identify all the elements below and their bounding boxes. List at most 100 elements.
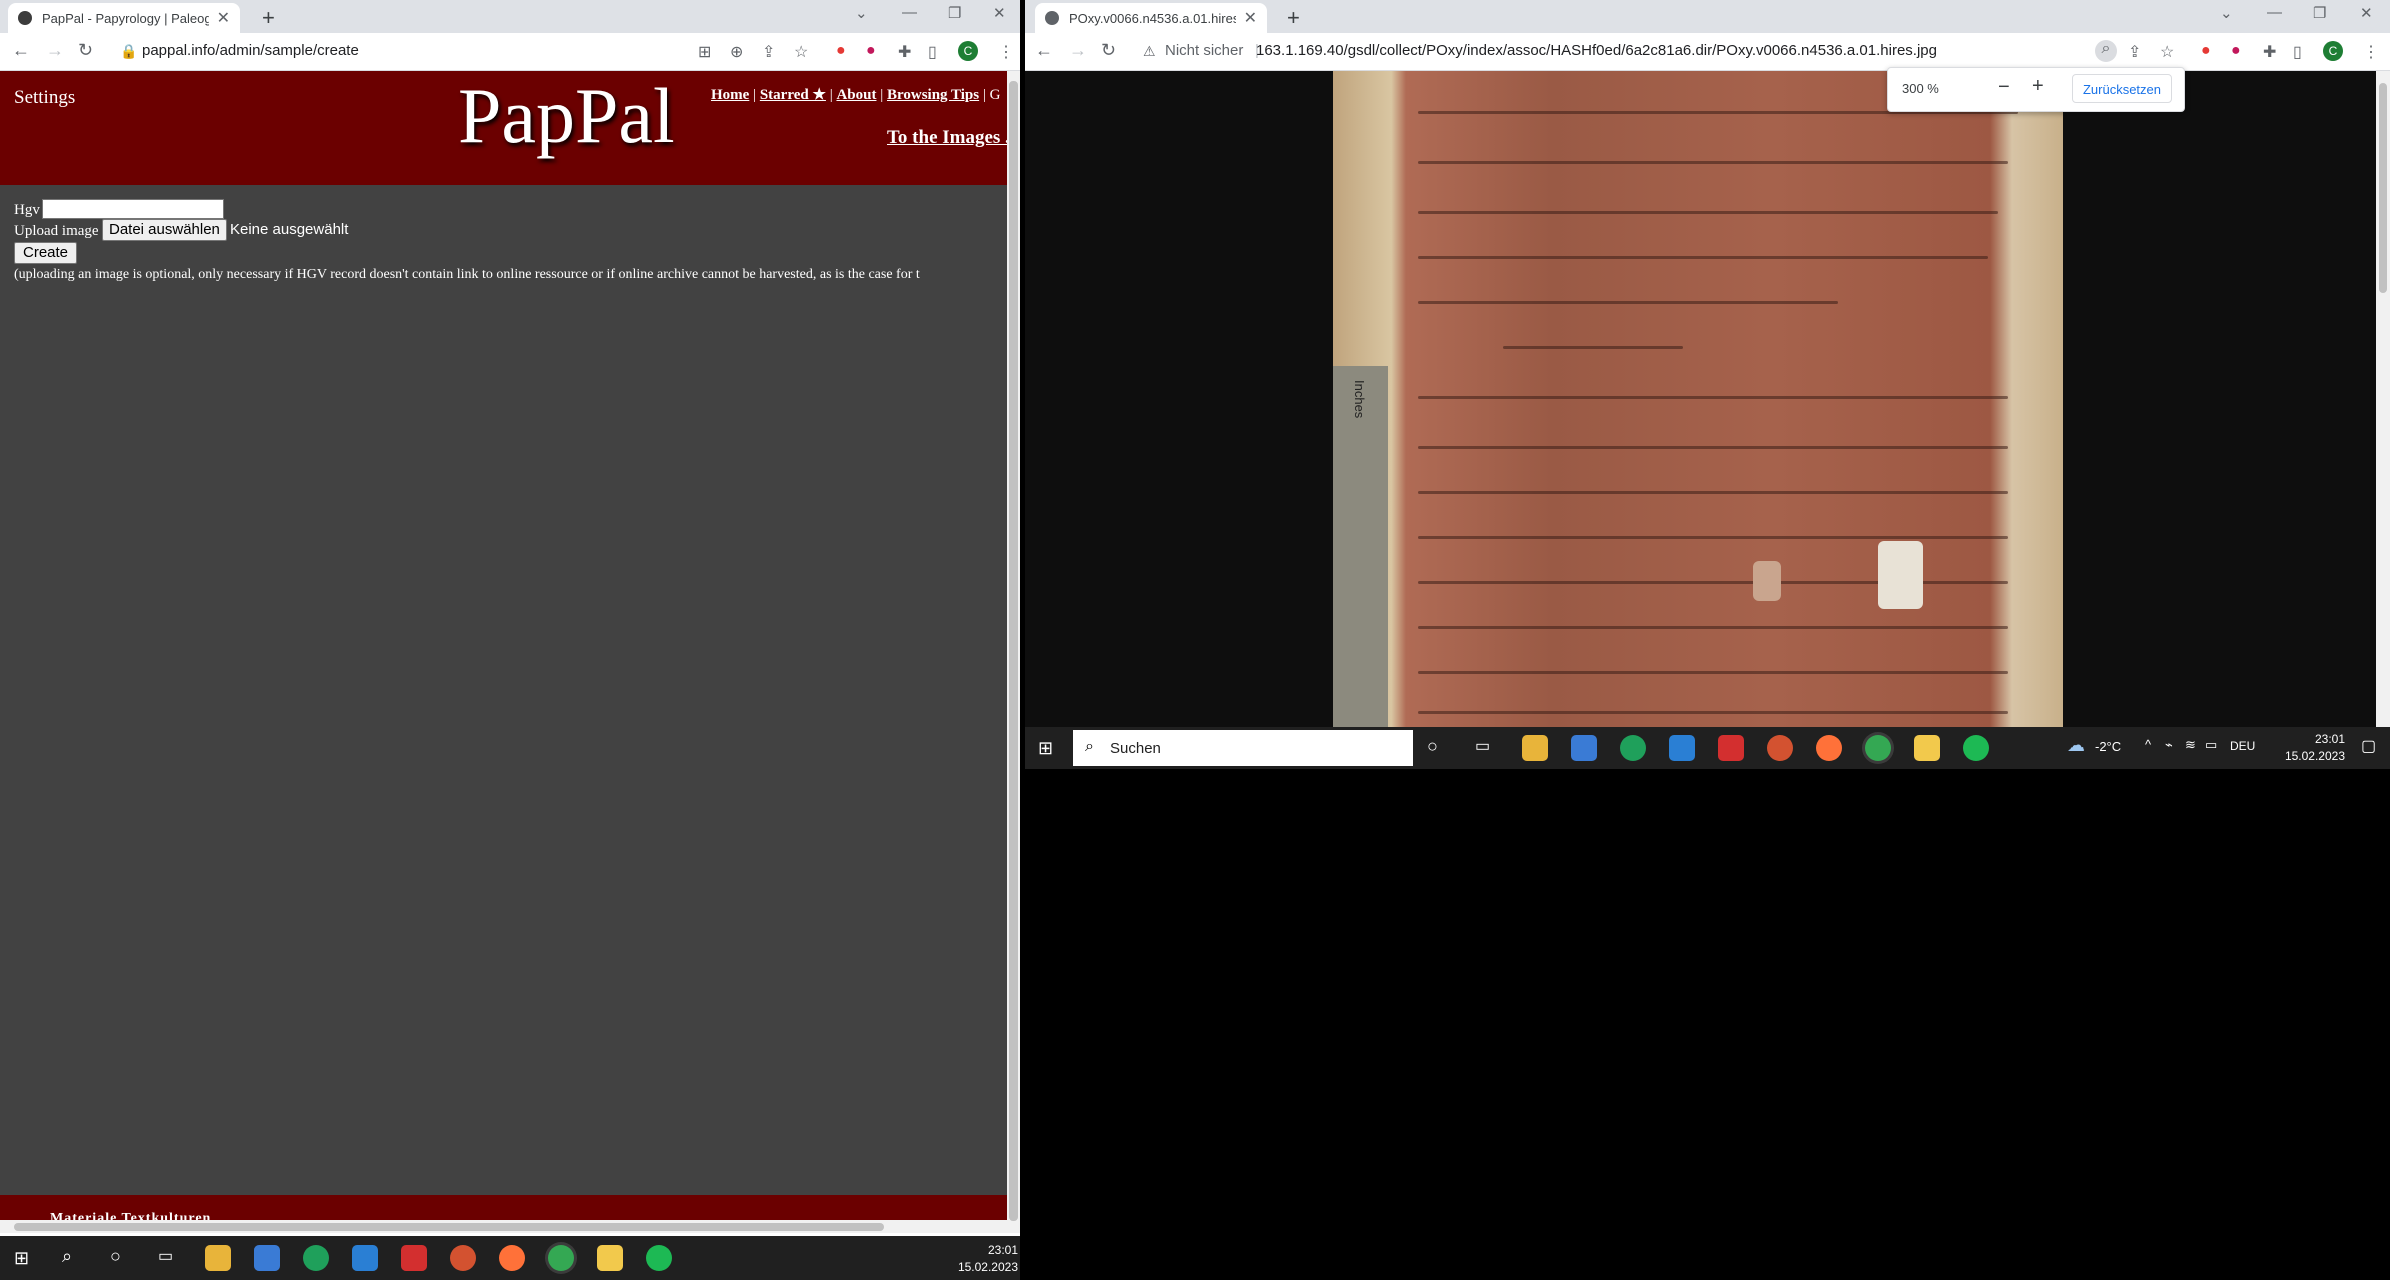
powerpoint-icon[interactable]: [1767, 735, 1793, 761]
left-vertical-scrollbar[interactable]: [1007, 71, 1020, 1233]
network-icon[interactable]: ⌁: [2165, 737, 2173, 753]
warning-icon[interactable]: ⚠: [1143, 43, 1156, 60]
left-horizontal-scrollbar[interactable]: [0, 1220, 1007, 1233]
windows-start-icon[interactable]: ⊞: [14, 1248, 29, 1269]
create-button[interactable]: Create: [14, 242, 78, 264]
new-tab-button[interactable]: +: [1287, 5, 1300, 31]
close-tab-icon[interactable]: ✕: [217, 8, 230, 28]
search-icon[interactable]: ⌕: [62, 1246, 72, 1267]
wifi-icon[interactable]: ≋: [2185, 737, 2196, 753]
minimize-button[interactable]: —: [2267, 4, 2282, 21]
extension-pink-icon[interactable]: ●: [866, 42, 876, 60]
cortana-icon[interactable]: ○: [110, 1246, 121, 1267]
back-arrow-icon[interactable]: ←: [1035, 40, 1053, 61]
file-explorer-icon[interactable]: [205, 1245, 231, 1271]
spotify-icon[interactable]: [646, 1245, 672, 1271]
language-indicator[interactable]: DEU: [2230, 739, 2255, 753]
right-vertical-scroll-thumb[interactable]: [2379, 83, 2387, 293]
nav-starred-link[interactable]: Starred ★: [760, 87, 826, 103]
store-icon[interactable]: [254, 1245, 280, 1271]
tray-chevron-icon[interactable]: ^: [2145, 737, 2151, 752]
forward-arrow-icon[interactable]: →: [1069, 40, 1087, 61]
back-arrow-icon[interactable]: ←: [12, 40, 30, 61]
left-vertical-scroll-thumb[interactable]: [1009, 81, 1018, 1221]
extensions-puzzle-icon[interactable]: ✚: [898, 42, 911, 62]
choose-file-button[interactable]: Datei auswählen: [102, 219, 227, 241]
restore-button[interactable]: ❐: [2313, 4, 2326, 22]
file-explorer-icon[interactable]: [1522, 735, 1548, 761]
task-view-icon[interactable]: ▭: [1475, 736, 1490, 756]
windows-start-icon[interactable]: ⊞: [1038, 738, 1053, 759]
edge-icon[interactable]: [303, 1245, 329, 1271]
forward-arrow-icon[interactable]: →: [46, 40, 64, 61]
edge-icon[interactable]: [1620, 735, 1646, 761]
chrome-icon[interactable]: [548, 1245, 574, 1271]
nav-browsing-tips-link[interactable]: Browsing Tips: [887, 87, 979, 103]
taskbar-search-box[interactable]: ⌕ Suchen: [1073, 730, 1413, 766]
lock-icon[interactable]: 🔒: [120, 43, 137, 60]
right-address-bar[interactable]: 163.1.169.40/gsdl/collect/POxy/index/ass…: [1256, 42, 1937, 59]
zoom-icon[interactable]: ⌕: [2095, 40, 2117, 62]
bookmark-star-icon[interactable]: ☆: [2160, 42, 2174, 62]
zoom-icon[interactable]: ⊕: [730, 42, 743, 62]
left-active-tab[interactable]: PapPal - Papyrology | Paleograph ✕: [8, 3, 240, 33]
acrobat-icon[interactable]: [401, 1245, 427, 1271]
reload-icon[interactable]: ↻: [1101, 40, 1116, 61]
weather-cloud-icon[interactable]: ☁: [2067, 735, 2085, 756]
side-panel-icon[interactable]: ▯: [2293, 42, 2302, 62]
extensions-puzzle-icon[interactable]: ✚: [2263, 42, 2276, 62]
sticky-notes-icon[interactable]: [1914, 735, 1940, 761]
extension-red-icon[interactable]: ●: [836, 42, 846, 60]
mail-icon[interactable]: [1669, 735, 1695, 761]
settings-link[interactable]: Settings: [14, 87, 75, 109]
menu-kebab-icon[interactable]: ⋮: [2363, 42, 2379, 62]
left-horizontal-scroll-thumb[interactable]: [14, 1223, 884, 1231]
restore-button[interactable]: ❐: [948, 4, 961, 22]
store-icon[interactable]: [1571, 735, 1597, 761]
notification-icon[interactable]: ▢: [2361, 736, 2376, 756]
extension-red-icon[interactable]: ●: [2201, 42, 2211, 60]
hgv-input[interactable]: [42, 199, 224, 219]
right-vertical-scrollbar[interactable]: [2376, 71, 2390, 727]
right-active-tab[interactable]: POxy.v0066.n4536.a.01.hires.jpg ✕: [1035, 3, 1267, 33]
left-address-bar[interactable]: pappal.info/admin/sample/create: [142, 42, 359, 59]
profile-avatar[interactable]: C: [958, 41, 978, 61]
sticky-notes-icon[interactable]: [597, 1245, 623, 1271]
acrobat-icon[interactable]: [1718, 735, 1744, 761]
spotify-icon[interactable]: [1963, 735, 1989, 761]
firefox-icon[interactable]: [499, 1245, 525, 1271]
extension-pink-icon[interactable]: ●: [2231, 42, 2241, 60]
battery-icon[interactable]: ▭: [2205, 737, 2217, 753]
close-tab-icon[interactable]: ✕: [1244, 8, 1257, 28]
menu-kebab-icon[interactable]: ⋮: [998, 42, 1014, 62]
new-tab-button[interactable]: +: [262, 5, 275, 31]
nav-home-link[interactable]: Home: [711, 87, 749, 103]
powerpoint-icon[interactable]: [450, 1245, 476, 1271]
profile-avatar[interactable]: C: [2323, 41, 2343, 61]
tab-search-chevron-icon[interactable]: ⌄: [855, 4, 868, 22]
minimize-button[interactable]: —: [902, 4, 917, 21]
close-window-button[interactable]: ✕: [993, 4, 1006, 22]
not-secure-label[interactable]: Nicht sicher: [1165, 42, 1243, 59]
to-the-images-link[interactable]: To the Images ...: [887, 127, 1007, 149]
bookmark-star-icon[interactable]: ☆: [794, 42, 808, 62]
task-view-icon[interactable]: ▭: [158, 1246, 173, 1266]
share-icon[interactable]: ⇪: [2128, 42, 2141, 62]
weather-temperature[interactable]: -2°C: [2095, 739, 2121, 754]
reset-zoom-button[interactable]: Zurücksetzen: [2072, 74, 2172, 103]
cortana-icon[interactable]: ○: [1427, 736, 1438, 757]
translate-icon[interactable]: ⊞: [698, 42, 711, 62]
nav-about-link[interactable]: About: [836, 87, 876, 103]
chrome-icon[interactable]: [1865, 735, 1891, 761]
papyrus-image[interactable]: Inches: [1333, 71, 2063, 727]
pappal-logo[interactable]: PapPal: [458, 71, 675, 161]
zoom-out-button[interactable]: −: [1998, 76, 2010, 99]
left-taskbar-clock[interactable]: 23:01 15.02.2023: [940, 1242, 1018, 1276]
side-panel-icon[interactable]: ▯: [928, 42, 937, 62]
zoom-in-button[interactable]: +: [2032, 75, 2044, 98]
mail-icon[interactable]: [352, 1245, 378, 1271]
right-taskbar-clock[interactable]: 23:01 15.02.2023: [2273, 731, 2345, 765]
tab-search-chevron-icon[interactable]: ⌄: [2220, 4, 2233, 22]
reload-icon[interactable]: ↻: [78, 40, 93, 61]
close-window-button[interactable]: ✕: [2360, 4, 2373, 22]
